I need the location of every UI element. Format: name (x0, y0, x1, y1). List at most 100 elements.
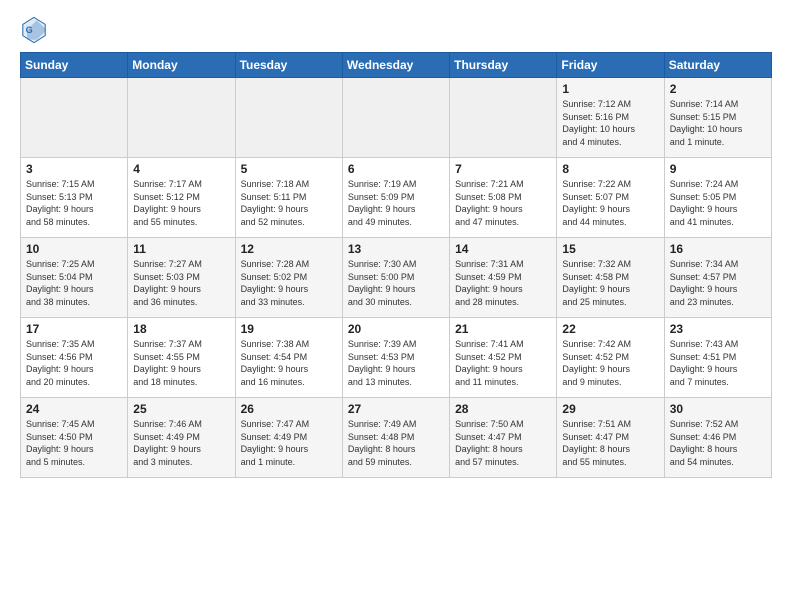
day-number: 8 (562, 162, 658, 176)
day-cell: 21Sunrise: 7:41 AM Sunset: 4:52 PM Dayli… (450, 318, 557, 398)
day-cell: 2 Sunrise: 7:14 AM Sunset: 5:15 PM Daylig… (664, 78, 771, 158)
day-number: 7 (455, 162, 551, 176)
week-row-3: 10 Sunrise: 7:25 AM Sunset: 5:04 PM Dayli… (21, 238, 772, 318)
column-header-monday: Monday (128, 53, 235, 78)
calendar-table: SundayMondayTuesdayWednesdayThursdayFrid… (20, 52, 772, 478)
day-cell: 10 Sunrise: 7:25 AM Sunset: 5:04 PM Dayli… (21, 238, 128, 318)
day-info: Sunrise: 7:45 AM Sunset: 4:50 PM Dayligh… (26, 418, 122, 468)
day-number: 17 (26, 322, 122, 336)
day-cell: 15 Sunrise: 7:32 AM Sunset: 4:58 PM Dayli… (557, 238, 664, 318)
day-info: Sunrise: 7:52 AM Sunset: 4:46 PM Dayligh… (670, 418, 766, 468)
day-number: 27 (348, 402, 444, 416)
day-info: Sunrise: 7:12 AM Sunset: 5:16 PM Dayligh… (562, 98, 658, 148)
week-row-4: 17 Sunrise: 7:35 AM Sunset: 4:56 PM Dayli… (21, 318, 772, 398)
day-info: Sunrise: 7:47 AM Sunset: 4:49 PM Dayligh… (241, 418, 337, 468)
day-info: Sunrise: 7:32 AM Sunset: 4:58 PM Dayligh… (562, 258, 658, 308)
logo: G (20, 16, 52, 44)
day-cell (21, 78, 128, 158)
day-info: Sunrise: 7:49 AM Sunset: 4:48 PM Dayligh… (348, 418, 444, 468)
day-number: 12 (241, 242, 337, 256)
day-cell (235, 78, 342, 158)
svg-text:G: G (26, 25, 33, 35)
day-info: Sunrise: 7:30 AM Sunset: 5:00 PM Dayligh… (348, 258, 444, 308)
day-cell: 7 Sunrise: 7:21 AM Sunset: 5:08 PM Daylig… (450, 158, 557, 238)
day-number: 2 (670, 82, 766, 96)
day-number: 30 (670, 402, 766, 416)
day-cell: 8 Sunrise: 7:22 AM Sunset: 5:07 PM Daylig… (557, 158, 664, 238)
day-info: Sunrise: 7:51 AM Sunset: 4:47 PM Dayligh… (562, 418, 658, 468)
day-cell: 19Sunrise: 7:38 AM Sunset: 4:54 PM Dayli… (235, 318, 342, 398)
week-row-5: 24 Sunrise: 7:45 AM Sunset: 4:50 PM Dayli… (21, 398, 772, 478)
header: G (20, 16, 772, 44)
day-info: Sunrise: 7:24 AM Sunset: 5:05 PM Dayligh… (670, 178, 766, 228)
day-cell: 13 Sunrise: 7:30 AM Sunset: 5:00 PM Dayli… (342, 238, 449, 318)
day-cell: 27 Sunrise: 7:49 AM Sunset: 4:48 PM Dayli… (342, 398, 449, 478)
day-number: 21 (455, 322, 551, 336)
column-header-wednesday: Wednesday (342, 53, 449, 78)
day-cell: 25 Sunrise: 7:46 AM Sunset: 4:49 PM Dayli… (128, 398, 235, 478)
day-cell: 12 Sunrise: 7:28 AM Sunset: 5:02 PM Dayli… (235, 238, 342, 318)
day-cell (342, 78, 449, 158)
day-cell: 28Sunrise: 7:50 AM Sunset: 4:47 PM Dayli… (450, 398, 557, 478)
day-number: 14 (455, 242, 551, 256)
day-number: 1 (562, 82, 658, 96)
day-number: 24 (26, 402, 122, 416)
day-cell: 11Sunrise: 7:27 AM Sunset: 5:03 PM Dayli… (128, 238, 235, 318)
day-number: 29 (562, 402, 658, 416)
week-row-2: 3Sunrise: 7:15 AM Sunset: 5:13 PM Daylig… (21, 158, 772, 238)
day-cell: 24 Sunrise: 7:45 AM Sunset: 4:50 PM Dayli… (21, 398, 128, 478)
day-cell: 20 Sunrise: 7:39 AM Sunset: 4:53 PM Dayli… (342, 318, 449, 398)
day-info: Sunrise: 7:18 AM Sunset: 5:11 PM Dayligh… (241, 178, 337, 228)
day-cell: 17 Sunrise: 7:35 AM Sunset: 4:56 PM Dayli… (21, 318, 128, 398)
column-header-sunday: Sunday (21, 53, 128, 78)
day-cell: 5Sunrise: 7:18 AM Sunset: 5:11 PM Daylig… (235, 158, 342, 238)
day-info: Sunrise: 7:31 AM Sunset: 4:59 PM Dayligh… (455, 258, 551, 308)
column-header-friday: Friday (557, 53, 664, 78)
day-info: Sunrise: 7:14 AM Sunset: 5:15 PM Dayligh… (670, 98, 766, 148)
day-number: 18 (133, 322, 229, 336)
day-cell: 29 Sunrise: 7:51 AM Sunset: 4:47 PM Dayli… (557, 398, 664, 478)
day-number: 10 (26, 242, 122, 256)
day-number: 22 (562, 322, 658, 336)
day-cell (450, 78, 557, 158)
day-number: 25 (133, 402, 229, 416)
day-info: Sunrise: 7:43 AM Sunset: 4:51 PM Dayligh… (670, 338, 766, 388)
day-cell: 26Sunrise: 7:47 AM Sunset: 4:49 PM Dayli… (235, 398, 342, 478)
day-info: Sunrise: 7:28 AM Sunset: 5:02 PM Dayligh… (241, 258, 337, 308)
day-number: 4 (133, 162, 229, 176)
day-cell: 16Sunrise: 7:34 AM Sunset: 4:57 PM Dayli… (664, 238, 771, 318)
day-number: 13 (348, 242, 444, 256)
page: G SundayMondayTuesdayWednesdayThursdayFr… (0, 0, 792, 488)
logo-icon: G (20, 16, 48, 44)
day-info: Sunrise: 7:37 AM Sunset: 4:55 PM Dayligh… (133, 338, 229, 388)
day-info: Sunrise: 7:46 AM Sunset: 4:49 PM Dayligh… (133, 418, 229, 468)
day-cell: 23 Sunrise: 7:43 AM Sunset: 4:51 PM Dayli… (664, 318, 771, 398)
day-number: 28 (455, 402, 551, 416)
column-header-tuesday: Tuesday (235, 53, 342, 78)
day-number: 20 (348, 322, 444, 336)
day-info: Sunrise: 7:38 AM Sunset: 4:54 PM Dayligh… (241, 338, 337, 388)
day-cell: 18 Sunrise: 7:37 AM Sunset: 4:55 PM Dayli… (128, 318, 235, 398)
day-info: Sunrise: 7:35 AM Sunset: 4:56 PM Dayligh… (26, 338, 122, 388)
day-cell: 9 Sunrise: 7:24 AM Sunset: 5:05 PM Daylig… (664, 158, 771, 238)
day-number: 15 (562, 242, 658, 256)
day-number: 11 (133, 242, 229, 256)
day-info: Sunrise: 7:22 AM Sunset: 5:07 PM Dayligh… (562, 178, 658, 228)
header-row: SundayMondayTuesdayWednesdayThursdayFrid… (21, 53, 772, 78)
day-number: 23 (670, 322, 766, 336)
day-number: 6 (348, 162, 444, 176)
day-number: 9 (670, 162, 766, 176)
week-row-1: 1 Sunrise: 7:12 AM Sunset: 5:16 PM Daylig… (21, 78, 772, 158)
day-cell (128, 78, 235, 158)
day-cell: 1 Sunrise: 7:12 AM Sunset: 5:16 PM Daylig… (557, 78, 664, 158)
day-info: Sunrise: 7:25 AM Sunset: 5:04 PM Dayligh… (26, 258, 122, 308)
day-number: 3 (26, 162, 122, 176)
day-info: Sunrise: 7:42 AM Sunset: 4:52 PM Dayligh… (562, 338, 658, 388)
day-info: Sunrise: 7:17 AM Sunset: 5:12 PM Dayligh… (133, 178, 229, 228)
day-cell: 3Sunrise: 7:15 AM Sunset: 5:13 PM Daylig… (21, 158, 128, 238)
column-header-thursday: Thursday (450, 53, 557, 78)
day-info: Sunrise: 7:39 AM Sunset: 4:53 PM Dayligh… (348, 338, 444, 388)
day-cell: 22 Sunrise: 7:42 AM Sunset: 4:52 PM Dayli… (557, 318, 664, 398)
day-number: 16 (670, 242, 766, 256)
day-info: Sunrise: 7:21 AM Sunset: 5:08 PM Dayligh… (455, 178, 551, 228)
